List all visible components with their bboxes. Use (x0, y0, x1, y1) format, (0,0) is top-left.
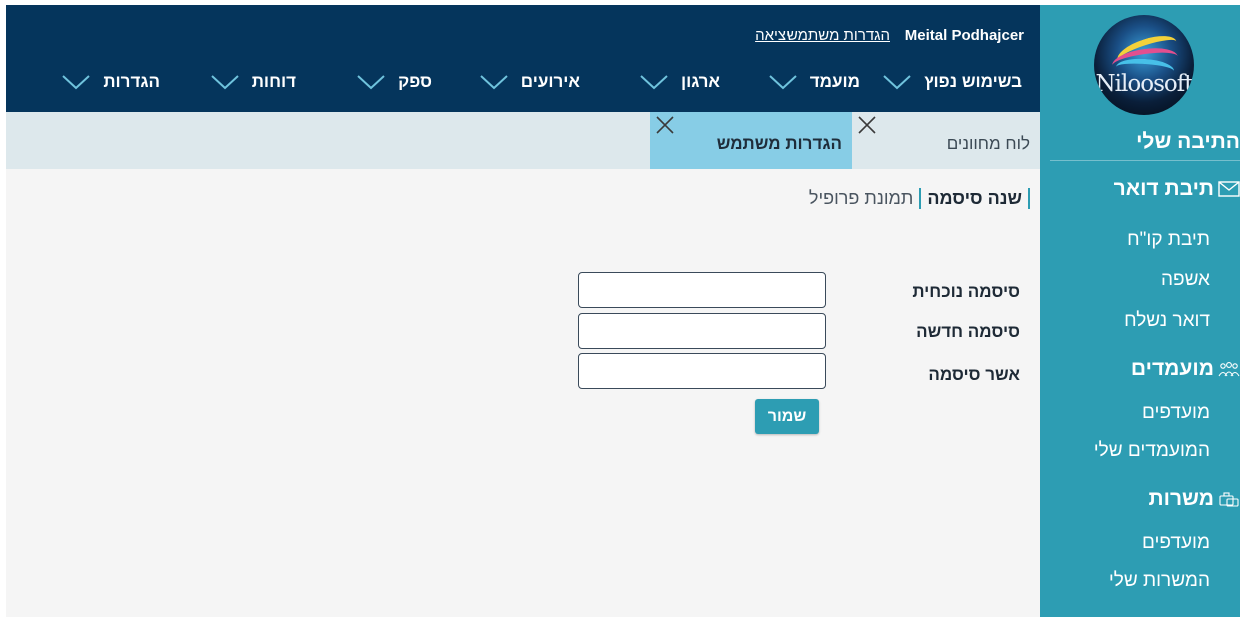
sidebar-item-my-jobs[interactable]: המשרות שלי (1109, 570, 1210, 592)
tab-label: הגדרות משתמש (716, 134, 842, 153)
close-icon[interactable] (856, 114, 878, 136)
chevron-down-icon (357, 75, 385, 90)
tab-dashboard[interactable]: לוח מחוונים (852, 112, 1040, 169)
mailbox-section[interactable]: תיבת דואר (1114, 177, 1240, 201)
user-settings-link[interactable]: הגדרות משתמש (787, 27, 890, 44)
close-icon[interactable] (654, 114, 676, 136)
nav-label: ארגון (681, 72, 720, 91)
candidates-title: מועמדים (1130, 357, 1214, 380)
logout-link[interactable]: יציאה (755, 27, 790, 44)
nav-label: מועמד (809, 72, 860, 91)
logo-text: Niloosoft (1095, 71, 1194, 97)
niloosoft-logo[interactable]: Niloosoft (1094, 15, 1194, 115)
current-password-label: סיסמה נוכחית (912, 282, 1020, 301)
chevron-down-icon (883, 75, 911, 90)
confirm-password-field[interactable] (578, 353, 826, 389)
chevron-down-icon (211, 75, 239, 90)
sidebar-item-sent-mail[interactable]: דואר נשלח (1124, 310, 1210, 332)
nav-organization[interactable]: ארגון (639, 69, 720, 95)
nav-events[interactable]: אירועים (479, 69, 580, 95)
save-button[interactable]: שמור (755, 399, 819, 434)
subtab-change-password[interactable]: שנה סיסמה (919, 187, 1030, 209)
sidebar: Niloosoft התיבה שלי תיבת דואר תיבת קו"ח … (1040, 5, 1240, 617)
chevron-down-icon (62, 75, 91, 90)
nav-reports[interactable]: דוחות (210, 69, 296, 95)
sidebar-item-favorite-jobs[interactable]: מועדפים (1142, 532, 1210, 554)
current-password-field[interactable] (578, 272, 826, 308)
nav-label: בשימוש נפוץ (924, 72, 1022, 91)
new-password-field[interactable] (578, 313, 826, 349)
briefcase-icon (1219, 492, 1239, 507)
chevron-down-icon (640, 75, 668, 90)
nav-common-use[interactable]: בשימוש נפוץ (882, 69, 1022, 95)
confirm-password-label: אשר סיסמה (928, 365, 1020, 384)
people-icon (1218, 362, 1240, 377)
chevron-down-icon (769, 75, 797, 90)
app-frame: Meital Podhajcer הגדרות משתמש יציאה בשימ… (6, 5, 1240, 617)
sidebar-item-favorite-candidates[interactable]: מועדפים (1142, 402, 1210, 424)
sidebar-item-trash[interactable]: אשפה (1161, 269, 1210, 291)
nav-label: דוחות (251, 72, 296, 91)
nav-supplier[interactable]: ספק (356, 69, 432, 95)
jobs-section[interactable]: משרות (1149, 487, 1240, 511)
envelope-icon (1218, 181, 1240, 197)
divider (1050, 160, 1240, 161)
subtab-profile-photo[interactable]: תמונת פרופיל (803, 188, 919, 209)
user-name: Meital Podhajcer (904, 27, 1024, 44)
tab-label: לוח מחוונים (946, 134, 1030, 153)
my-box-title[interactable]: התיבה שלי (1136, 130, 1240, 154)
top-header: Meital Podhajcer הגדרות משתמש יציאה בשימ… (6, 5, 1040, 112)
sidebar-item-my-candidates[interactable]: המועמדים שלי (1094, 440, 1210, 462)
sidebar-item-cv-inbox[interactable]: תיבת קו"ח (1127, 229, 1210, 251)
jobs-title: משרות (1148, 487, 1214, 510)
nav-label: הגדרות (103, 72, 160, 91)
tab-bar: לוח מחוונים הגדרות משתמש (6, 112, 1040, 169)
nav-label: ספק (398, 72, 432, 91)
new-password-label: סיסמה חדשה (916, 322, 1020, 341)
settings-subtabs: שנה סיסמה תמונת פרופיל (803, 183, 1030, 213)
nav-label: אירועים (520, 72, 580, 91)
candidates-section[interactable]: מועמדים (1131, 357, 1240, 381)
mailbox-title: תיבת דואר (1113, 177, 1214, 200)
nav-candidate[interactable]: מועמד (768, 69, 860, 95)
chevron-down-icon (480, 75, 508, 90)
nav-settings[interactable]: הגדרות (61, 69, 160, 95)
tab-user-settings[interactable]: הגדרות משתמש (650, 112, 852, 169)
